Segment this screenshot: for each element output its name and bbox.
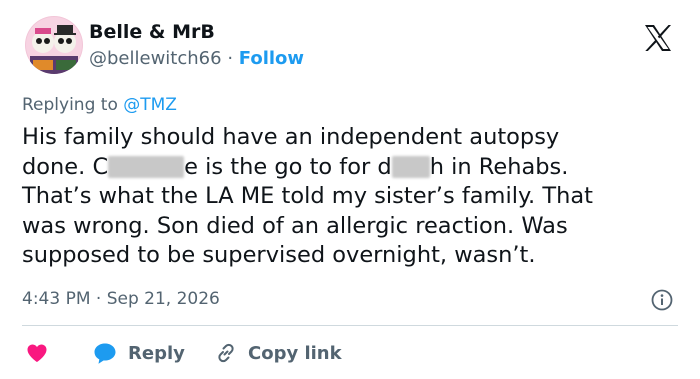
tweet-card: Belle & MrB @bellewitch66 · Follow Reply… bbox=[0, 0, 700, 379]
heart-icon bbox=[27, 344, 47, 362]
copy-link-label: Copy link bbox=[248, 342, 342, 364]
tweet-text: His family should have an independent au… bbox=[22, 123, 682, 271]
divider bbox=[22, 325, 678, 326]
author-handle[interactable]: @bellewitch66 bbox=[89, 48, 222, 69]
avatar[interactable] bbox=[25, 16, 83, 74]
replying-to: Replying to @TMZ bbox=[22, 94, 177, 116]
redacted-blur bbox=[391, 155, 430, 178]
x-logo-icon[interactable] bbox=[638, 18, 678, 58]
redacted-blur bbox=[108, 155, 185, 178]
tweet-line: was wrong. Son died of an allergic react… bbox=[22, 212, 568, 239]
reply-label: Reply bbox=[128, 342, 185, 364]
handle-row: @bellewitch66 · Follow bbox=[89, 47, 304, 71]
tweet-line: supposed to be supervised overnight, was… bbox=[22, 242, 536, 268]
info-icon[interactable] bbox=[651, 289, 673, 311]
tweet-text-segment: e is the go to for d bbox=[184, 153, 392, 180]
reply-button[interactable]: Reply bbox=[92, 338, 185, 368]
like-button[interactable] bbox=[25, 338, 49, 368]
reply-bubble-icon bbox=[94, 343, 116, 364]
link-icon bbox=[218, 343, 234, 363]
tweet-line: done. C e is the go to for d h in Rehabs. bbox=[22, 153, 682, 183]
tweet-line: That’s what the LA ME told my sister’s f… bbox=[22, 183, 593, 209]
separator-dot: · bbox=[227, 48, 234, 69]
tweet-line: His family should have an independent au… bbox=[22, 124, 560, 150]
timestamp[interactable]: 4:43 PM · Sep 21, 2026 bbox=[22, 288, 220, 310]
tweet-text-segment: h in Rehabs. bbox=[429, 153, 569, 180]
replying-mention-link[interactable]: @TMZ bbox=[123, 95, 177, 115]
follow-button[interactable]: Follow bbox=[239, 48, 304, 69]
author-name[interactable]: Belle & MrB bbox=[89, 20, 215, 44]
copy-link-button[interactable]: Copy link bbox=[214, 338, 342, 368]
tweet-text-segment: done. C bbox=[22, 153, 109, 180]
replying-prefix: Replying to bbox=[22, 95, 124, 115]
